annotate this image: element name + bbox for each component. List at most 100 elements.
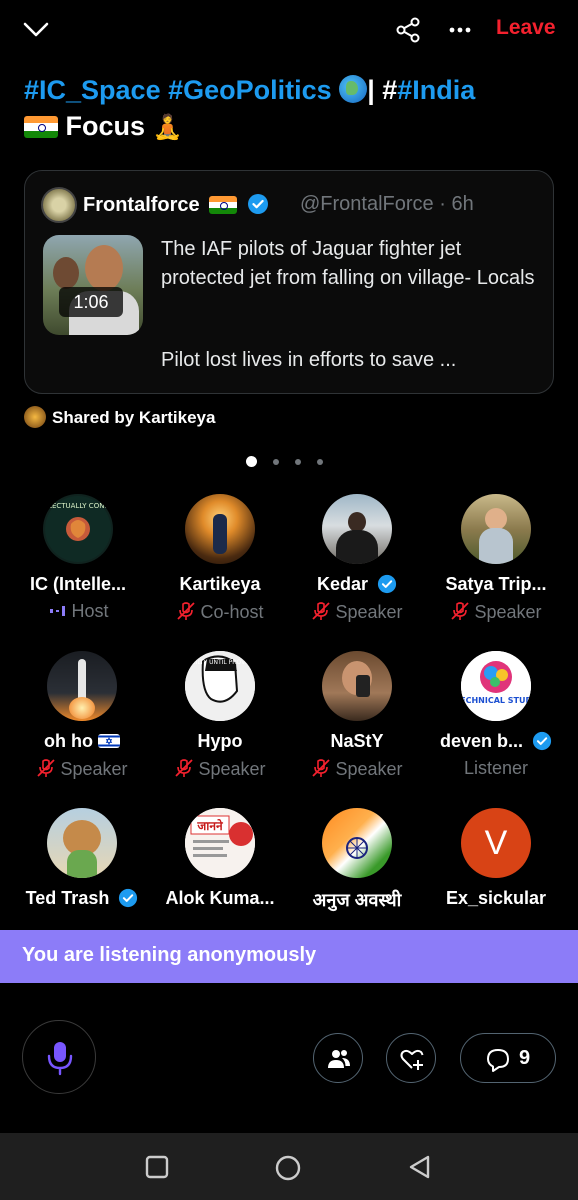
more-options-icon[interactable] xyxy=(446,16,474,44)
back-icon[interactable] xyxy=(408,1155,432,1179)
participant[interactable]: TECHNICAL STUDY deven b... Listener xyxy=(424,651,568,779)
microphone-button[interactable] xyxy=(22,1020,96,1094)
mic-muted-icon xyxy=(37,759,56,777)
space-title: #IC_Space #GeoPolitics | ##India Focus 🧘 xyxy=(24,72,564,146)
meditation-emoji-icon: 🧘 xyxy=(152,114,183,141)
participant-role: Co-host xyxy=(148,601,292,623)
participant-role-host: Host xyxy=(6,601,150,622)
participant[interactable]: जानने Alok Kuma... xyxy=(148,808,292,909)
sharer-avatar xyxy=(24,406,46,428)
participant[interactable]: Kedar Speaker xyxy=(285,494,429,623)
participant[interactable]: Ted Trash xyxy=(10,808,154,909)
carousel-dot[interactable] xyxy=(317,458,323,465)
role-label: Speaker xyxy=(60,759,128,779)
post-handle-time: @FrontalForce · 6h xyxy=(300,193,474,215)
role-label: Speaker xyxy=(335,759,403,779)
participant-name: Kartikeya xyxy=(179,574,261,594)
participant-name: IC (Intelle... xyxy=(29,574,126,594)
participant-role: Speaker xyxy=(285,601,429,623)
participant-name: Satya Trip... xyxy=(445,574,547,594)
participant-name: Ted Trash xyxy=(25,888,110,908)
recents-icon[interactable] xyxy=(145,1155,169,1179)
participant-name: अनुज अवस्थी xyxy=(312,890,402,910)
participant[interactable]: V Ex_sickular xyxy=(424,808,568,909)
comment-count: 9 xyxy=(519,1047,531,1069)
share-icon[interactable] xyxy=(394,16,422,44)
participant-name: oh ho xyxy=(44,731,93,751)
participant-name: deven b... xyxy=(439,731,523,751)
israel-flag-icon xyxy=(98,734,120,748)
post-text-continued: Pilot lost lives in efforts to save ... xyxy=(161,349,457,371)
participant-avatar: TECHNICAL STUDY xyxy=(461,651,531,721)
participant-avatar xyxy=(47,808,117,878)
participant-avatar xyxy=(322,808,392,878)
participant-name: NaStY xyxy=(330,731,384,751)
top-bar: Leave xyxy=(0,0,578,60)
participant-avatar xyxy=(322,651,392,721)
participant[interactable]: NaStY Speaker xyxy=(285,651,429,780)
shared-by-label: Shared by Kartikeya xyxy=(52,408,216,427)
heart-plus-icon xyxy=(400,1049,424,1070)
participant-avatar xyxy=(322,494,392,564)
home-icon[interactable] xyxy=(275,1155,301,1181)
title-focus: Focus xyxy=(65,111,146,141)
comment-icon xyxy=(487,1049,509,1072)
participant-name-row: Kedar xyxy=(285,574,429,595)
title-separator: | # xyxy=(367,75,398,105)
participant-name: Hypo xyxy=(197,731,243,751)
post-author-avatar[interactable] xyxy=(41,187,77,223)
participant-role: Speaker xyxy=(424,601,568,623)
participant[interactable]: Satya Trip... Speaker xyxy=(424,494,568,623)
participant[interactable]: INTELLECTUALLY CONFUSED IC (Intelle... H… xyxy=(6,494,150,622)
participant[interactable]: GUILTY UNTIL PROVEN Hypo Speaker xyxy=(148,651,292,780)
role-label: Speaker xyxy=(474,602,542,622)
carousel-dot[interactable] xyxy=(295,458,301,465)
hypo-avatar-text: GUILTY UNTIL PROVEN xyxy=(187,659,254,666)
leave-button[interactable]: Leave xyxy=(496,16,556,40)
hashtag-ic-space[interactable]: #IC_Space xyxy=(24,75,161,105)
video-thumbnail[interactable] xyxy=(43,235,143,335)
verified-badge-icon xyxy=(377,574,397,594)
shared-by[interactable]: Shared by Kartikeya xyxy=(24,406,215,428)
participant[interactable]: Kartikeya Co-host xyxy=(148,494,292,623)
participant-role: Speaker xyxy=(148,758,292,780)
carousel-dot-active[interactable] xyxy=(246,456,257,468)
role-label: Co-host xyxy=(200,602,264,622)
participant-name-row: oh ho xyxy=(10,731,154,752)
hashtag-india[interactable]: #India xyxy=(397,75,475,105)
pinned-post-card[interactable]: Frontalforce @FrontalForce · 6h 1:06 The… xyxy=(24,170,554,394)
participant-name: Kedar xyxy=(316,574,368,594)
hashtag-geopolitics[interactable]: #GeoPolitics xyxy=(168,75,332,105)
participant[interactable]: oh ho Speaker xyxy=(10,651,154,780)
verified-badge-icon xyxy=(532,731,552,751)
carousel-dot[interactable] xyxy=(273,458,279,465)
participant[interactable]: अनुज अवस्थी xyxy=(285,808,429,912)
system-navigation-bar xyxy=(0,1133,578,1200)
participant-avatar xyxy=(185,494,255,564)
participant-avatar xyxy=(461,494,531,564)
carousel-dots xyxy=(246,453,339,468)
speaking-bars-icon xyxy=(50,606,66,616)
people-icon xyxy=(328,1050,350,1068)
reaction-button[interactable] xyxy=(386,1033,436,1083)
participant-avatar: V xyxy=(461,808,531,878)
verified-badge-icon xyxy=(119,888,138,908)
mic-muted-icon xyxy=(451,602,470,620)
india-flag-icon xyxy=(24,116,58,138)
participant-role: Listener xyxy=(463,758,529,778)
globe-emoji-icon xyxy=(339,75,368,103)
mic-muted-icon xyxy=(175,759,194,777)
role-label: Speaker xyxy=(335,602,403,622)
video-duration: 1:06 xyxy=(59,287,123,317)
post-author[interactable]: Frontalforce xyxy=(83,193,269,217)
comments-button[interactable]: 9 xyxy=(460,1033,556,1083)
microphone-icon xyxy=(47,1042,73,1076)
avatar-initial: V xyxy=(484,824,508,862)
participant-avatar: GUILTY UNTIL PROVEN xyxy=(185,651,255,721)
verified-badge-icon xyxy=(247,194,268,214)
ic-avatar-text: INTELLECTUALLY CONFUSED xyxy=(43,502,113,510)
participant-name: Alok Kuma... xyxy=(165,888,275,908)
chevron-down-icon[interactable] xyxy=(22,18,50,40)
role-label: Host xyxy=(71,601,109,621)
people-button[interactable] xyxy=(313,1033,363,1083)
